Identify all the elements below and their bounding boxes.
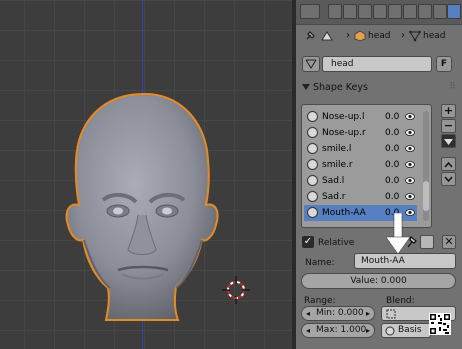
list-scrollbar[interactable]	[423, 111, 429, 221]
shape-key-name-label: Name:	[305, 258, 335, 268]
annotation-arrow-icon	[385, 213, 411, 255]
decrement-arrow-icon[interactable]: ◂	[306, 307, 310, 320]
remove-shape-key-button[interactable]: −	[441, 119, 456, 133]
vertex-group-icon	[386, 309, 396, 319]
mesh-object-icon	[321, 31, 333, 41]
shape-key-icon	[307, 175, 318, 186]
specials-menu-button[interactable]	[441, 134, 456, 148]
blend-label: Blend:	[386, 296, 415, 306]
shape-key-icon	[307, 207, 318, 218]
qr-code-icon	[429, 313, 451, 335]
list-item[interactable]: Nose-up.r 0.0	[304, 125, 417, 141]
mesh-browse-button[interactable]	[302, 56, 320, 72]
eye-icon[interactable]	[405, 112, 415, 121]
shape-key-name: Sad.r	[322, 192, 346, 202]
shape-key-name: Mouth-AA	[322, 208, 366, 218]
chevron-up-icon	[444, 161, 453, 168]
shape-key-name: Nose-up.r	[322, 128, 366, 138]
world-context-icon[interactable]	[358, 4, 372, 19]
shape-key-value[interactable]: 0.0	[385, 128, 399, 138]
render-context-icon[interactable]	[328, 4, 342, 19]
list-item[interactable]: Nose-up.l 0.0	[304, 109, 417, 125]
shape-key-name: Nose-up.l	[322, 112, 365, 122]
breadcrumb-mesh-name[interactable]: head	[423, 31, 445, 41]
range-max-text: Max: 1.000	[316, 325, 367, 335]
chevron-down-icon	[444, 139, 453, 145]
shape-key-name: Sad.l	[322, 176, 345, 186]
range-min-text: Min: 0.000	[316, 308, 364, 318]
relative-key-field[interactable]: Basis	[381, 323, 431, 338]
shape-key-icon	[307, 111, 318, 122]
wrench-icon[interactable]	[418, 4, 432, 19]
range-label: Range:	[304, 296, 336, 306]
eye-icon[interactable]	[405, 160, 415, 169]
panel-drag-handle-icon[interactable]: ⠿	[449, 82, 456, 92]
editor-type-icon[interactable]	[300, 4, 320, 19]
constraints-context-icon[interactable]	[388, 4, 402, 19]
range-min-field[interactable]: ◂ Min: 0.000 ▸	[301, 306, 375, 321]
breadcrumb-separator-icon: ›	[346, 30, 350, 41]
decrement-arrow-icon[interactable]: ◂	[306, 324, 310, 337]
shape-keys-list[interactable]: Nose-up.l 0.0 Nose-up.r 0.0 smile.l 0.0 …	[301, 104, 432, 228]
list-item[interactable]: smile.r 0.0	[304, 157, 417, 173]
move-down-button[interactable]	[441, 172, 456, 186]
object-context-icon[interactable]	[373, 4, 387, 19]
shape-key-icon	[307, 127, 318, 138]
list-item[interactable]: smile.l 0.0	[304, 141, 417, 157]
shape-key-value[interactable]: 0.0	[385, 192, 399, 202]
relative-key-value: Basis	[398, 325, 422, 335]
increment-arrow-icon[interactable]: ▸	[366, 324, 370, 337]
shape-key-value-slider[interactable]: Value: 0.000	[301, 273, 456, 289]
shape-key-name: smile.r	[322, 160, 353, 170]
clear-weights-button[interactable]: ✕	[442, 235, 456, 249]
add-shape-key-button[interactable]: +	[441, 104, 456, 118]
shape-key-value[interactable]: 0.0	[385, 144, 399, 154]
shape-key-name-field[interactable]: Mouth-AA	[354, 253, 456, 269]
head-mesh[interactable]	[58, 90, 228, 325]
relative-label: Relative	[318, 238, 355, 248]
mesh-name-field[interactable]: head	[322, 56, 432, 72]
eye-icon[interactable]	[405, 128, 415, 137]
modifiers-context-icon[interactable]	[403, 4, 417, 19]
pin-icon[interactable]	[304, 30, 316, 42]
shape-key-name: smile.l	[322, 144, 352, 154]
3d-cursor-icon[interactable]	[222, 276, 250, 304]
breadcrumb-object-name[interactable]: head	[368, 31, 390, 41]
shape-key-icon	[307, 159, 318, 170]
fake-user-button[interactable]: F	[436, 56, 452, 72]
list-scrollbar-thumb[interactable]	[423, 181, 429, 211]
range-max-field[interactable]: ◂ Max: 1.000 ▸	[301, 323, 375, 338]
shape-key-icon	[307, 143, 318, 154]
relative-checkbox[interactable]: ✓	[302, 236, 314, 248]
scene-context-icon[interactable]	[343, 4, 357, 19]
shape-keys-panel-title[interactable]: Shape Keys	[313, 82, 368, 93]
shape-key-icon	[385, 326, 395, 336]
increment-arrow-icon[interactable]: ▸	[366, 307, 370, 320]
mesh-data-icon	[305, 59, 317, 69]
eye-icon[interactable]	[405, 192, 415, 201]
move-up-button[interactable]	[441, 157, 456, 171]
list-item[interactable]: Sad.l 0.0	[304, 173, 417, 189]
shape-key-value[interactable]: 0.0	[385, 112, 399, 122]
relative-row: ✓ Relative ✕	[302, 235, 456, 251]
shape-key-icon	[307, 191, 318, 202]
mesh-data-icon	[409, 30, 421, 42]
object-cube-icon	[354, 30, 366, 42]
mesh-data-context-icon[interactable]	[447, 4, 461, 19]
shape-key-value[interactable]: 0.0	[385, 176, 399, 186]
shape-key-value[interactable]: 0.0	[385, 160, 399, 170]
bone-context-icon[interactable]	[433, 4, 447, 19]
properties-context-bar	[296, 0, 462, 25]
mesh-datablock-row: head F	[302, 56, 456, 72]
edit-mode-shape-icon[interactable]	[420, 235, 434, 249]
eye-icon[interactable]	[405, 144, 415, 153]
breadcrumb-separator-icon: ›	[401, 30, 405, 41]
chevron-down-icon	[444, 176, 453, 183]
3d-viewport[interactable]	[0, 0, 292, 349]
list-item[interactable]: Sad.r 0.0	[304, 189, 417, 205]
eye-icon[interactable]	[405, 176, 415, 185]
panel-collapse-icon[interactable]	[302, 84, 310, 90]
